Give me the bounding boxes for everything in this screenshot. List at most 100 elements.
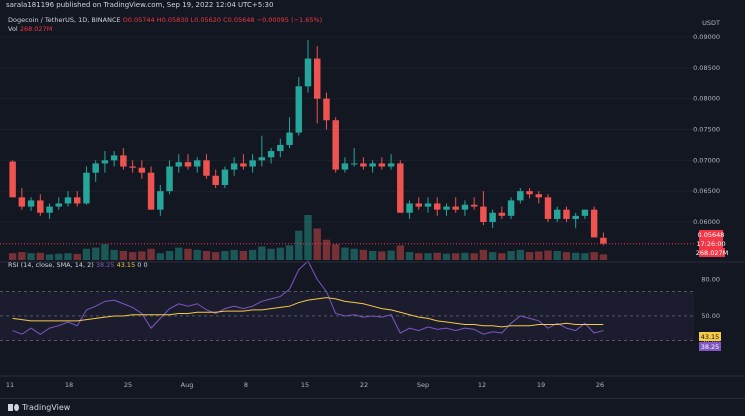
volume-bar: [64, 253, 72, 260]
volume-bar: [562, 252, 571, 260]
volume-bar: [128, 252, 137, 260]
grid-lines: [0, 36, 694, 223]
time-tick-label: 26: [596, 381, 604, 389]
tradingview-logo[interactable]: TradingView: [8, 403, 70, 412]
volume-bar: [36, 252, 44, 260]
candle-body: [443, 206, 450, 210]
rsi-legend-tail: 0 0: [137, 261, 148, 269]
candle-body: [323, 98, 330, 121]
candle-body: [581, 209, 589, 216]
volume-bar: [138, 251, 146, 260]
brand-label: TradingView: [22, 403, 71, 412]
price-tick-label: 0.07500: [693, 126, 720, 134]
candle-body: [461, 204, 469, 210]
volume-bar: [479, 249, 488, 260]
candle-body: [64, 197, 72, 204]
candle-body: [517, 191, 524, 201]
candle-body: [55, 203, 62, 207]
candle-body: [92, 163, 99, 173]
candle-body: [452, 206, 459, 210]
candle-body: [369, 163, 376, 167]
price-tick-label: 0.09000: [693, 33, 720, 41]
price-tick-label: 0.08000: [693, 95, 720, 103]
candle-body: [489, 212, 496, 222]
published-caption: sarala181196 published on TradingView.co…: [6, 1, 274, 9]
volume-bar: [359, 249, 368, 260]
volume-bar: [498, 253, 506, 260]
candle-body: [83, 172, 90, 204]
candle-body: [221, 169, 229, 185]
candle-body: [129, 166, 136, 168]
candle-body: [360, 163, 367, 167]
candle-body: [37, 200, 44, 213]
volume-bar: [175, 247, 183, 260]
candle-body: [258, 157, 266, 161]
time-axis-labels: 11 18 25 Aug 8 15 22 Sep 12 19 26: [6, 381, 604, 389]
candles: [9, 40, 607, 246]
rsi-ma-legend-value: 43.15: [116, 261, 136, 269]
candle-body: [397, 163, 404, 213]
candle-body: [138, 167, 146, 173]
candle-body: [554, 209, 561, 219]
volume-bar: [119, 251, 128, 260]
footer: TradingView: [0, 398, 745, 416]
candle-body: [304, 58, 312, 87]
rsi-legend: RSI (14, close, SMA, 14, 2) 38.25 43.15 …: [8, 261, 148, 269]
volume-bar: [18, 252, 26, 260]
volume-bar: [202, 251, 211, 260]
volume-bar: [572, 252, 580, 260]
volume-bar: [544, 250, 552, 260]
candle-body: [434, 203, 441, 210]
candle-body: [470, 204, 478, 207]
time-tick-label: 12: [478, 381, 486, 389]
price-tick-label: 0.07000: [693, 156, 720, 164]
price-axis-ticks: 0.09000 0.08500 0.08000 0.07500 0.07000 0.065…: [693, 33, 720, 226]
volume-bar: [313, 228, 321, 260]
volume-bar: [276, 247, 284, 260]
volume-bar: [258, 246, 266, 260]
candle-body: [184, 162, 192, 167]
volume-bar: [507, 251, 515, 260]
candle-body: [350, 163, 358, 165]
volume-bar: [405, 252, 414, 260]
volume-bar: [267, 248, 275, 260]
candle-body: [175, 162, 182, 167]
volume-bar: [110, 249, 118, 260]
volume-bar: [27, 253, 35, 260]
rsi-tick-label: 80.00: [701, 275, 720, 283]
volume-bar: [147, 248, 155, 260]
price-tick-label: 0.08500: [693, 64, 720, 72]
time-tick-label: 25: [124, 381, 132, 389]
volume-bar: [553, 251, 561, 260]
candle-body: [572, 215, 579, 219]
time-tick-label: 18: [65, 381, 73, 389]
rsi-legend-label[interactable]: RSI (14, close, SMA, 14, 2): [8, 261, 94, 269]
candle-body: [249, 160, 256, 167]
candle-body: [526, 191, 533, 195]
price-chart[interactable]: USDT 0.09000 0.08500 0.08000 0.07500 0.07000…: [0, 12, 745, 402]
volume-bar: [424, 253, 432, 260]
candle-body: [406, 203, 413, 213]
candle-body: [9, 161, 16, 198]
candle-body: [110, 155, 118, 161]
volume-bar: [239, 251, 248, 260]
volume-bar: [581, 253, 589, 260]
volume-bar: [322, 239, 331, 260]
volume-bar: [193, 249, 201, 260]
time-tick-label: Sep: [417, 381, 429, 389]
time-tick-label: 11: [6, 381, 14, 389]
candle-body: [147, 172, 155, 210]
candle-body: [267, 151, 275, 158]
candle-body: [203, 160, 210, 176]
candle-body: [46, 206, 53, 213]
countdown-value: 17:26:00: [696, 240, 725, 248]
candle-body: [157, 191, 164, 210]
volume-bar: [248, 249, 257, 260]
symbol-label[interactable]: Dogecoin / TetherUS, 1D, BINANCE: [8, 16, 121, 24]
volume-bar: [341, 247, 349, 260]
volume-bar: [387, 250, 395, 260]
volume-bar: [156, 253, 164, 260]
volume-bar: [535, 251, 543, 260]
candle-body: [424, 203, 432, 207]
volume-bar: [396, 245, 404, 260]
